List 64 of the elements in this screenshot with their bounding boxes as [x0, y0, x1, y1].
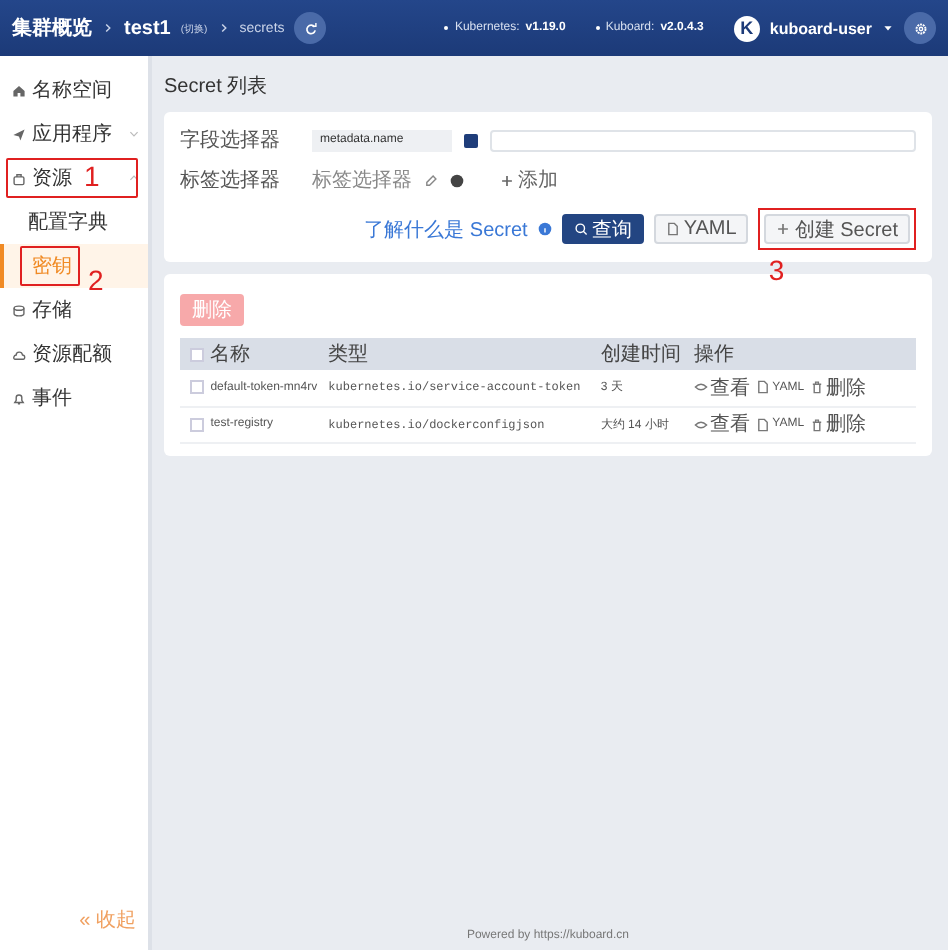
- breadcrumb-item[interactable]: test1: [124, 17, 171, 39]
- cloud-icon: [12, 347, 26, 361]
- select-all-checkbox[interactable]: [190, 347, 204, 361]
- sidebar-item[interactable]: 名称空间: [0, 68, 148, 112]
- paper-plane-icon: [12, 127, 26, 141]
- document-icon: [756, 380, 771, 395]
- column-header: 创建时间: [598, 338, 693, 370]
- sidebar-item[interactable]: 资源 1: [0, 156, 148, 200]
- document-icon: [665, 222, 680, 236]
- refresh-icon: [303, 21, 318, 35]
- caret-icon: [128, 128, 140, 140]
- create-button[interactable]: 创建 Secret: [764, 214, 910, 244]
- field-label: 字段选择器: [180, 127, 282, 154]
- row-checkbox[interactable]: [190, 380, 204, 395]
- eye-icon: [694, 380, 709, 395]
- caret-icon: [128, 172, 140, 184]
- chevron-icon: [102, 22, 114, 34]
- user-avatar: K: [733, 15, 760, 41]
- yaml-button[interactable]: YAML: [653, 214, 749, 244]
- sidebar-item[interactable]: 资源配额: [0, 332, 148, 376]
- row-action-link[interactable]: 删除: [810, 410, 867, 438]
- callout-number: 1: [84, 160, 100, 192]
- trash-icon: [810, 380, 825, 395]
- breadcrumb-item[interactable]: 集群概览: [12, 14, 92, 42]
- plus-icon: [500, 173, 514, 187]
- row-action-link[interactable]: 查看: [694, 410, 751, 438]
- help-link[interactable]: 了解什么是 Secret: [364, 215, 528, 243]
- highlight-frame: [6, 158, 138, 198]
- row-action-link[interactable]: 查看: [694, 373, 751, 402]
- settings-button[interactable]: [904, 12, 936, 44]
- operator-button[interactable]: [464, 133, 478, 147]
- caret-icon: [882, 22, 894, 34]
- user-menu[interactable]: kuboard-user: [769, 19, 872, 37]
- bell-icon: [12, 391, 26, 405]
- database-icon: [12, 303, 26, 317]
- page-title: Secret 列表: [164, 73, 270, 100]
- plus-icon: [776, 222, 791, 236]
- callout-number: 3: [768, 254, 785, 286]
- highlight-frame: [20, 246, 80, 286]
- input-field[interactable]: [490, 129, 916, 151]
- info-icon: [537, 222, 552, 236]
- trash-icon: [810, 417, 825, 431]
- column-header: 操作: [692, 338, 916, 370]
- column-header: 类型: [326, 338, 599, 370]
- label-selector-hint: 标签选择器: [312, 167, 412, 194]
- sidebar-subitem[interactable]: 配置字典: [0, 200, 148, 244]
- row-action-link[interactable]: 删除: [810, 373, 867, 402]
- sidebar-item[interactable]: 事件: [0, 376, 148, 420]
- edit-icon: [424, 173, 438, 187]
- column-header: 名称: [208, 338, 327, 370]
- field-label: 标签选择器: [180, 167, 282, 194]
- query-button[interactable]: 查询: [561, 214, 644, 244]
- search-icon: [573, 222, 588, 236]
- house-icon: [12, 83, 26, 97]
- sidebar-subitem[interactable]: 密钥 2: [0, 244, 148, 288]
- chevron-icon: [217, 22, 230, 34]
- refresh-button[interactable]: [294, 12, 327, 44]
- document-icon: [756, 417, 771, 431]
- bag-icon: [12, 171, 26, 185]
- row-checkbox[interactable]: [190, 417, 204, 431]
- eye-icon: [694, 417, 709, 431]
- add-button[interactable]: 添加: [500, 166, 558, 194]
- gear-icon: [913, 21, 927, 35]
- sidebar-item[interactable]: 应用程序: [0, 112, 148, 156]
